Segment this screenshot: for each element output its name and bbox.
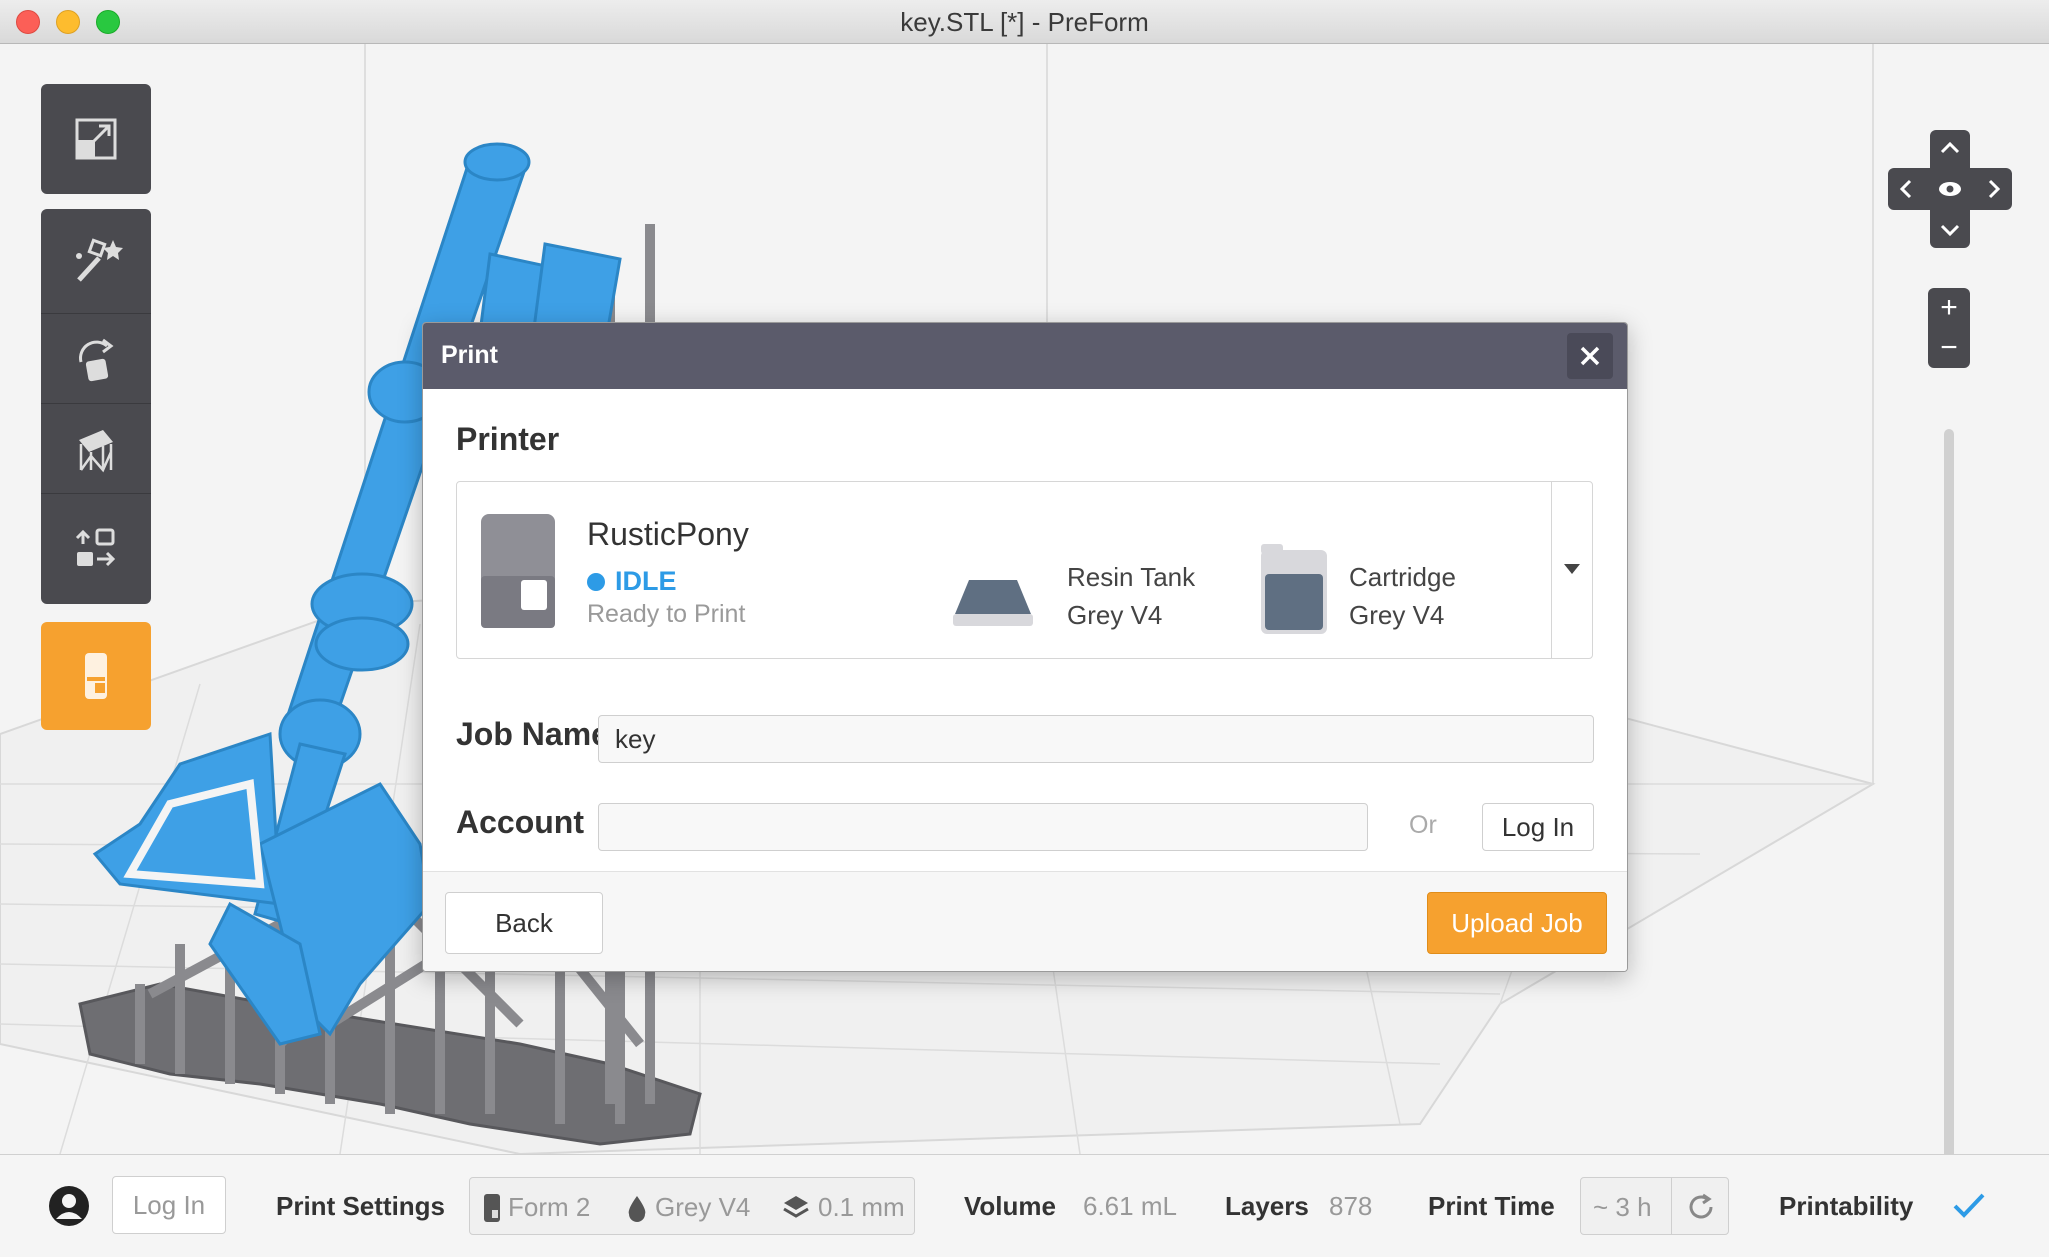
printer-model-value: Form 2: [508, 1192, 591, 1222]
print-icon: [41, 622, 151, 730]
layer-height: 0.1 mm: [782, 1192, 905, 1223]
resin-tank-info: Resin Tank Grey V4: [1067, 558, 1195, 634]
supports-icon[interactable]: [41, 404, 151, 494]
resin-tank-icon: [953, 580, 1033, 626]
scale-icon[interactable]: [41, 84, 151, 194]
checkmark-icon: [1953, 1193, 1985, 1218]
layer-slider-track[interactable]: [1944, 429, 1954, 1154]
zoom-in-icon[interactable]: +: [1928, 288, 1970, 328]
dropdown-arrow-icon[interactable]: [1564, 564, 1580, 576]
dialog-footer: Back Upload Job: [423, 871, 1627, 971]
eye-icon[interactable]: [1939, 182, 1961, 196]
dialog-header: Print: [423, 323, 1627, 389]
view-navigation-pad: [1888, 130, 2012, 248]
status-bar: Log In Print Settings Form 2 Grey V4 0.1…: [0, 1154, 2049, 1257]
refresh-icon[interactable]: [1685, 1191, 1717, 1223]
layers-label: Layers: [1225, 1191, 1309, 1221]
volume-value: 6.61 mL: [1083, 1191, 1177, 1221]
account-label: Account: [456, 804, 584, 840]
resin-drop-icon: [628, 1195, 646, 1222]
rotate-icon[interactable]: [41, 314, 151, 404]
upload-job-button[interactable]: Upload Job: [1427, 892, 1607, 954]
job-name-label: Job Name: [456, 716, 609, 752]
zoom-out-icon[interactable]: −: [1928, 328, 1970, 368]
print-dialog: Print Printer RusticPony IDLE Ready to P…: [422, 322, 1628, 972]
dialog-login-button[interactable]: Log In: [1482, 803, 1594, 851]
printer-name: RusticPony: [587, 516, 749, 552]
printer-icon: [481, 514, 555, 628]
user-avatar-icon[interactable]: [48, 1185, 90, 1227]
layout-icon[interactable]: [41, 494, 151, 604]
status-dot-icon: [587, 572, 605, 591]
printer-section-label: Printer: [456, 421, 560, 457]
printer-status-detail: Ready to Print: [587, 600, 746, 628]
title-bar: key.STL [*] - PreForm: [0, 0, 2049, 44]
statusbar-login-button[interactable]: Log In: [112, 1176, 226, 1234]
toolbar-group-view: [41, 84, 151, 194]
back-button[interactable]: Back: [445, 892, 603, 954]
printer-status-text: IDLE: [615, 566, 677, 596]
printer-selector[interactable]: RusticPony IDLE Ready to Print Resin Tan…: [456, 481, 1593, 659]
job-name-input[interactable]: [598, 715, 1594, 763]
account-input[interactable]: [598, 803, 1368, 851]
material: Grey V4: [627, 1192, 750, 1223]
magic-wand-icon[interactable]: [41, 209, 151, 314]
resin-tank-value: Grey V4: [1067, 600, 1163, 630]
print-time-value: ~ 3 h: [1593, 1192, 1652, 1222]
printability-label: Printability: [1779, 1191, 1914, 1221]
printer-status: IDLE: [587, 566, 677, 597]
window-title: key.STL [*] - PreForm: [900, 7, 1149, 37]
printer-small-icon: [484, 1193, 500, 1222]
dialog-title: Print: [441, 341, 498, 369]
layers-icon: [783, 1195, 809, 1218]
print-settings-label: Print Settings: [276, 1191, 446, 1221]
cartridge-label: Cartridge: [1349, 562, 1456, 592]
card-divider: [1551, 482, 1552, 658]
resin-tank-label: Resin Tank: [1067, 562, 1196, 592]
print-button[interactable]: [41, 622, 151, 730]
volume-label: Volume: [964, 1191, 1056, 1221]
material-value: Grey V4: [655, 1192, 751, 1222]
cartridge-icon: [1261, 544, 1327, 634]
printer-model: Form 2: [484, 1192, 590, 1223]
cartridge-info: Cartridge Grey V4: [1349, 558, 1456, 634]
cartridge-value: Grey V4: [1349, 600, 1445, 630]
layer-height-value: 0.1 mm: [818, 1192, 905, 1222]
close-icon[interactable]: [1567, 333, 1613, 379]
toolbar-group-edit: [41, 209, 151, 604]
zoom-controls: + −: [1928, 288, 1970, 368]
print-settings-box[interactable]: Form 2 Grey V4 0.1 mm: [469, 1177, 915, 1235]
print-time-label: Print Time: [1428, 1191, 1555, 1221]
print-time-box: ~ 3 h: [1580, 1177, 1729, 1235]
layers-value: 878: [1329, 1191, 1373, 1221]
or-label: Or: [1409, 811, 1437, 839]
